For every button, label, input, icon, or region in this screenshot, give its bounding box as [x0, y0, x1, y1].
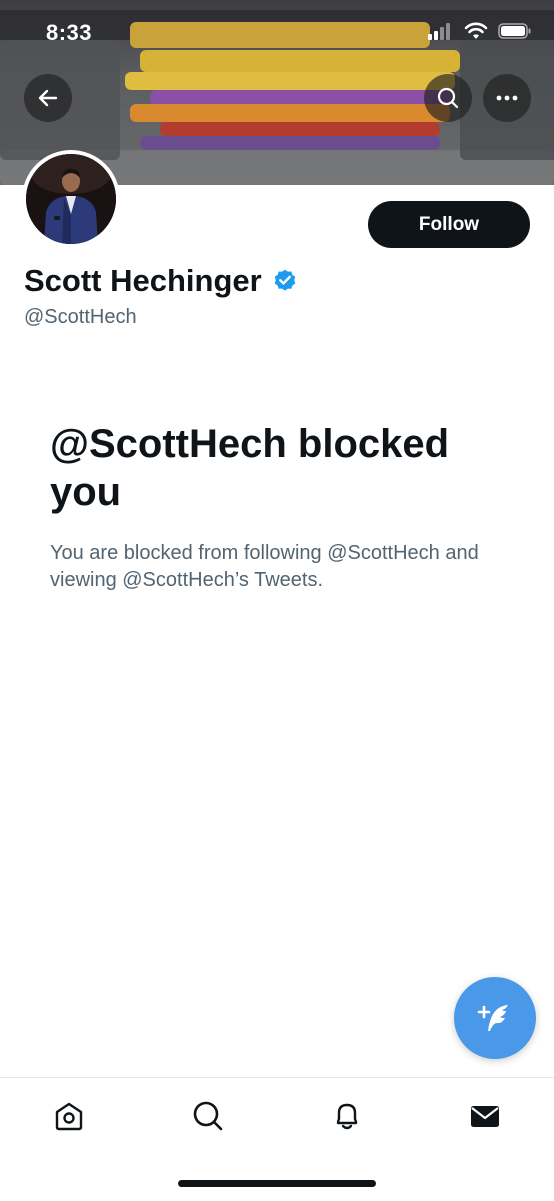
arrow-left-icon: [38, 89, 58, 107]
display-name: Scott Hechinger: [24, 263, 262, 298]
profile-name-row: Scott Hechinger: [24, 263, 298, 299]
more-options-button[interactable]: [483, 74, 531, 122]
back-button[interactable]: [24, 74, 72, 122]
home-icon: [55, 1102, 83, 1131]
home-indicator: [178, 1180, 376, 1187]
verified-badge-icon: [274, 269, 296, 291]
tab-home[interactable]: [47, 1094, 91, 1138]
wifi-icon: [464, 22, 488, 39]
avatar-person-graphic: [26, 154, 116, 244]
search-button[interactable]: [424, 74, 472, 122]
envelope-icon: [471, 1106, 499, 1127]
compose-tweet-button[interactable]: [454, 977, 536, 1059]
search-icon: [193, 1101, 223, 1131]
blocked-description: You are blocked from following @ScottHec…: [50, 542, 479, 591]
tab-messages[interactable]: [463, 1094, 507, 1138]
compose-tweet-icon: [477, 1005, 508, 1031]
bell-icon: [336, 1103, 358, 1130]
tab-notifications[interactable]: [325, 1094, 369, 1138]
follow-button[interactable]: Follow: [368, 201, 530, 248]
status-time: 8:33: [46, 20, 93, 45]
status-bar: 8:33: [0, 0, 554, 60]
tab-search[interactable]: [186, 1094, 230, 1138]
avatar-image: [26, 154, 116, 244]
more-horizontal-icon: [496, 95, 518, 101]
profile-handle: @ScottHech: [24, 306, 137, 328]
battery-icon: [498, 23, 531, 39]
status-icons: [428, 22, 532, 40]
cellular-signal-icon: [428, 23, 450, 40]
blocked-title: @ScottHech blocked you: [50, 422, 450, 514]
search-icon: [437, 87, 459, 109]
avatar[interactable]: [22, 150, 120, 248]
